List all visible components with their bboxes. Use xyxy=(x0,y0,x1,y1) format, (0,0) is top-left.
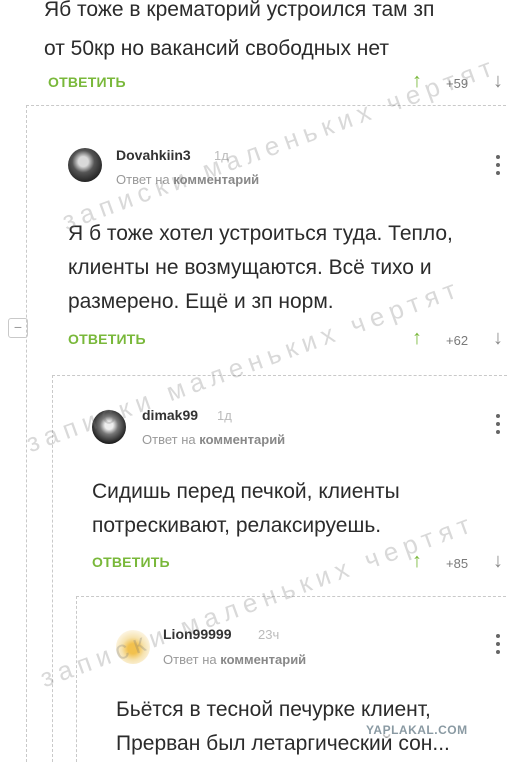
comment-1-line-1: Яб тоже в крематорий устроился там зп xyxy=(44,0,435,21)
comment-3-score: +85 xyxy=(446,556,469,571)
comment-2-score: +62 xyxy=(446,333,469,348)
comment-3-time: 1д xyxy=(217,408,232,423)
comment-3-reply-to-link[interactable]: комментарий xyxy=(199,432,285,447)
comment-1-line-2: от 50кр но вакансий свободных нет xyxy=(44,37,389,60)
comment-2-downvote-icon[interactable]: ↓ xyxy=(493,327,503,350)
comment-3-menu-icon[interactable] xyxy=(495,414,501,438)
comment-2-line-2: клиенты не возмущаются. Всё тихо и xyxy=(68,256,432,279)
comment-2-line-1: Я б тоже хотел устроиться туда. Тепло, xyxy=(68,222,453,245)
comment-3-downvote-icon[interactable]: ↓ xyxy=(493,550,503,573)
comment-3-reply-to-prefix: Ответ на xyxy=(142,432,196,447)
comment-4-time: 23ч xyxy=(258,627,280,642)
comment-4-menu-icon[interactable] xyxy=(495,634,501,658)
collapse-thread-button[interactable]: − xyxy=(8,318,28,338)
comment-3-text: Сидишь перед печкой, клиенты потрескиваю… xyxy=(92,476,400,541)
comment-2-username[interactable]: Dovahkiin3 xyxy=(116,147,191,163)
comment-3-reply-button[interactable]: ОТВЕТИТЬ xyxy=(92,554,170,570)
comment-2-reply-button[interactable]: ОТВЕТИТЬ xyxy=(68,331,146,347)
comment-4-line-1: Бьётся в тесной печурке клиент, xyxy=(116,698,431,721)
comment-4-reply-to-link[interactable]: комментарий xyxy=(220,652,306,667)
comment-3-line-1: Сидишь перед печкой, клиенты xyxy=(92,480,400,503)
comment-3-reply-to: Ответ на комментарий xyxy=(142,432,285,447)
comment-1-reply-button[interactable]: ОТВЕТИТЬ xyxy=(48,74,126,90)
comment-2-upvote-icon[interactable]: ↑ xyxy=(412,327,422,350)
comment-4-reply-to-prefix: Ответ на xyxy=(163,652,217,667)
site-watermark: YAPLAKAL.COM xyxy=(366,723,468,737)
thread-branch-level2 xyxy=(52,375,507,376)
comment-3-line-2: потрескивают, релаксируешь. xyxy=(92,514,382,537)
comment-2-menu-icon[interactable] xyxy=(495,155,501,179)
comment-2-avatar[interactable] xyxy=(68,148,102,182)
comment-1-text: Яб тоже в крематорий устроился там зп от… xyxy=(44,0,434,64)
thread-branch-level1 xyxy=(26,105,506,106)
comment-4-reply-to: Ответ на комментарий xyxy=(163,652,306,667)
